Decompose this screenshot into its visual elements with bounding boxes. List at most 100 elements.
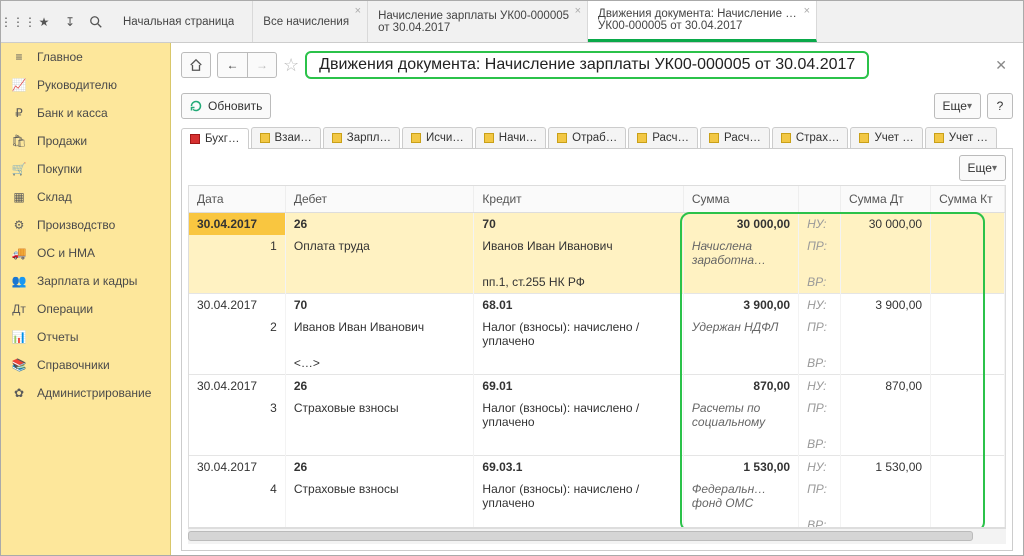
register-tab[interactable]: Начи… <box>475 127 546 148</box>
cell-sum: 3 900,00 <box>683 294 798 317</box>
tab-label: Движения документа: Начисление зарплаты <box>598 8 798 20</box>
cell-debit-sub: Страховые взносы <box>285 397 474 433</box>
cell-credit-sub2 <box>474 433 683 456</box>
close-page-icon[interactable]: ✕ <box>989 57 1013 74</box>
back-button[interactable]: ← <box>217 52 247 78</box>
window-tab[interactable]: Начальная страница <box>113 1 253 42</box>
tab-close-icon[interactable]: × <box>804 5 810 17</box>
table-row[interactable]: <…>ВР: <box>189 352 1005 375</box>
sidebar-item-label: Главное <box>37 50 83 64</box>
table-row[interactable]: 30.04.2017267030 000,00НУ:30 000,00 <box>189 213 1005 236</box>
sidebar-item[interactable]: 📚 Справочники <box>1 351 170 379</box>
cell-credit-acc: 69.03.1 <box>474 456 683 479</box>
col-sum[interactable]: Сумма <box>683 186 798 213</box>
table-row[interactable]: ВР: <box>189 433 1005 456</box>
search-icon[interactable] <box>83 9 109 35</box>
register-tab[interactable]: Учет … <box>850 127 922 148</box>
col-date[interactable]: Дата <box>189 186 285 213</box>
register-tab[interactable]: Исчи… <box>402 127 473 148</box>
register-tab[interactable]: Учет … <box>925 127 997 148</box>
sidebar-item-label: Продажи <box>37 134 87 148</box>
register-tab-label: Зарпл… <box>347 132 391 144</box>
table-row[interactable]: ВР: <box>189 514 1005 528</box>
sidebar-item[interactable]: 🛍Продажи <box>1 127 170 155</box>
favorite-star-icon[interactable]: ☆ <box>283 55 299 76</box>
window-tab[interactable]: Все начисления× <box>253 1 368 42</box>
sidebar-item-label: Справочники <box>37 358 110 372</box>
sidebar-item[interactable]: ⚙Производство <box>1 211 170 239</box>
table-row[interactable]: пп.1, ст.255 НК РФВР: <box>189 271 1005 294</box>
tab-close-icon[interactable]: × <box>575 5 581 17</box>
register-icon <box>934 133 944 143</box>
sidebar-item[interactable]: ✿Администрирование <box>1 379 170 407</box>
register-icon <box>859 133 869 143</box>
sidebar-item-label: Банк и касса <box>37 106 108 120</box>
home-button[interactable] <box>181 52 211 78</box>
table-row[interactable]: 3Страховые взносыНалог (взносы): начисле… <box>189 397 1005 433</box>
horizontal-scrollbar[interactable] <box>188 528 1006 544</box>
table-row[interactable]: 4Страховые взносыНалог (взносы): начисле… <box>189 478 1005 514</box>
boxes-icon: ▦ <box>11 190 27 204</box>
more-button[interactable]: Еще <box>934 93 981 119</box>
register-tab-label: Расч… <box>652 132 689 144</box>
sidebar-item-label: Операции <box>37 302 93 316</box>
table-row[interactable]: 30.04.20177068.013 900,00НУ:3 900,00 <box>189 294 1005 317</box>
cell-debit-sub2 <box>285 433 474 456</box>
cell-credit-sub2 <box>474 514 683 528</box>
apps-icon[interactable]: ⋮⋮⋮ <box>5 9 31 35</box>
book-icon: 📚 <box>11 358 27 372</box>
sidebar-item[interactable]: 📊Отчеты <box>1 323 170 351</box>
col-credit[interactable]: Кредит <box>474 186 683 213</box>
register-tab[interactable]: Страх… <box>772 127 849 148</box>
sidebar-item[interactable]: 📈 Руководителю <box>1 71 170 99</box>
cell-sumlabel: ПР: <box>799 397 841 433</box>
sidebar-item[interactable]: 👥Зарплата и кадры <box>1 267 170 295</box>
cell-sumdt: 3 900,00 <box>841 294 931 317</box>
cell-sumkt <box>931 456 1005 479</box>
accounting-grid: Дата Дебет Кредит Сумма Сумма Дт Сумма К… <box>189 186 1005 528</box>
favorite-icon[interactable]: ★ <box>31 9 57 35</box>
grid-scroll[interactable]: Дата Дебет Кредит Сумма Сумма Дт Сумма К… <box>188 185 1006 528</box>
table-more-button[interactable]: Еще <box>959 155 1006 181</box>
register-tab[interactable]: Бухг… <box>181 128 249 149</box>
sidebar-item[interactable]: ₽Банк и касса <box>1 99 170 127</box>
table-row[interactable]: 30.04.20172669.01870,00НУ:870,00 <box>189 375 1005 398</box>
register-tab-label: Страх… <box>796 132 840 144</box>
col-sumkt[interactable]: Сумма Кт <box>931 186 1005 213</box>
tab-label: Начисление зарплаты УК00-000005 <box>378 10 569 22</box>
window-tab[interactable]: Движения документа: Начисление зарплатыУ… <box>588 1 817 42</box>
cell-credit-sub: Налог (взносы): начислено / уплачено <box>474 478 683 514</box>
chart-icon: 📈 <box>11 78 27 92</box>
cell-credit-sub2 <box>474 352 683 375</box>
sidebar-item[interactable]: ДтОперации <box>1 295 170 323</box>
register-tab[interactable]: Отраб… <box>548 127 626 148</box>
register-tab-label: Исчи… <box>426 132 464 144</box>
table-row[interactable]: 1Оплата трудаИванов Иван ИвановичНачисле… <box>189 235 1005 271</box>
history-icon[interactable]: ↧ <box>57 9 83 35</box>
sidebar-item[interactable]: ▦Склад <box>1 183 170 211</box>
cell-credit-acc: 69.01 <box>474 375 683 398</box>
tab-close-icon[interactable]: × <box>355 5 361 17</box>
register-tab[interactable]: Зарпл… <box>323 127 400 148</box>
sidebar-item-label: Руководителю <box>37 78 117 92</box>
help-button[interactable]: ? <box>987 93 1013 119</box>
table-row[interactable]: 30.04.20172669.03.11 530,00НУ:1 530,00 <box>189 456 1005 479</box>
sidebar-item[interactable]: ≡Главное <box>1 43 170 71</box>
col-sum-type <box>799 186 841 213</box>
register-tab[interactable]: Расч… <box>700 127 770 148</box>
col-debit[interactable]: Дебет <box>285 186 474 213</box>
register-tab[interactable]: Взаи… <box>251 127 321 148</box>
cell-desc: Начислена заработна… <box>683 235 798 271</box>
register-tab-label: Учет … <box>949 132 988 144</box>
sidebar-item[interactable]: 🛒Покупки <box>1 155 170 183</box>
refresh-button[interactable]: Обновить <box>181 93 271 119</box>
cell-rownum: 2 <box>189 316 285 352</box>
forward-button[interactable]: → <box>247 52 277 78</box>
col-sumdt[interactable]: Сумма Дт <box>841 186 931 213</box>
register-tab[interactable]: Расч… <box>628 127 698 148</box>
cell-desc: Федеральн… фонд ОМС <box>683 478 798 514</box>
window-tab[interactable]: Начисление зарплаты УК00-000005от 30.04.… <box>368 1 588 42</box>
table-row[interactable]: 2Иванов Иван ИвановичНалог (взносы): нач… <box>189 316 1005 352</box>
sidebar-item[interactable]: 🚚ОС и НМА <box>1 239 170 267</box>
cell-debit-sub2: <…> <box>285 352 474 375</box>
